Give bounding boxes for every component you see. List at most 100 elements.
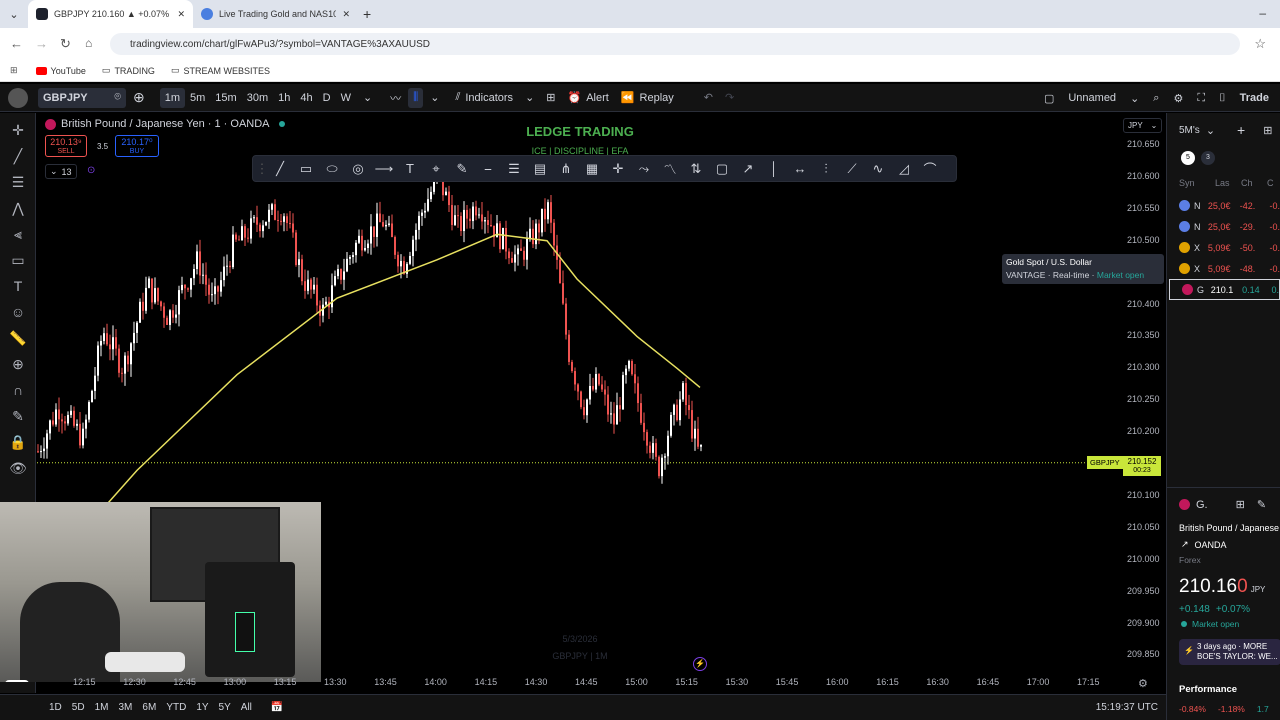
watchlist-name[interactable]: 5M's xyxy=(1179,125,1200,136)
browser-tab[interactable]: Live Trading Gold and NAS100 ✕ xyxy=(193,0,358,28)
symbol-search-button[interactable]: GBPJPY ⌾ xyxy=(38,87,126,108)
indicators-button[interactable]: ⫽ Indicators xyxy=(450,88,518,108)
horizontal-ray-icon[interactable]: ⟶ xyxy=(371,156,397,181)
address-input[interactable]: tradingview.com/chart/glFwAPu3/?symbol=V… xyxy=(110,33,1240,55)
section-count-badge[interactable]: 3 xyxy=(1201,151,1215,165)
line-chart-icon[interactable]: 〰 xyxy=(385,88,406,108)
cross-line-icon[interactable]: ✛ xyxy=(605,156,631,181)
currency-selector[interactable]: JPY ⌄ xyxy=(1123,118,1163,133)
edit-icon[interactable]: ✎ xyxy=(1257,498,1266,511)
watchlist-row[interactable]: G 210.1 0.14 0. xyxy=(1169,279,1280,300)
layout-name[interactable]: Unnamed xyxy=(1063,88,1121,108)
bookmark-youtube[interactable]: YouTube xyxy=(35,66,86,76)
interval-D[interactable]: D xyxy=(318,88,336,108)
channel-icon[interactable]: ▤ xyxy=(527,156,553,181)
trade-button[interactable]: Trade xyxy=(1235,88,1274,108)
lightning-event-icon[interactable]: ⚡ xyxy=(693,657,707,671)
pencil-lock-icon[interactable]: ✎ xyxy=(0,403,36,429)
replay-button[interactable]: ⏪ Replay xyxy=(616,88,679,108)
bookmark-stream-websites[interactable]: ▭ STREAM WEBSITES xyxy=(171,65,270,76)
crosshair-icon[interactable]: ✛ xyxy=(0,117,36,143)
interval-1m[interactable]: 1m xyxy=(159,87,186,108)
advanced-view-icon[interactable]: ⊞ xyxy=(1263,124,1272,137)
pitchfork-icon[interactable]: ⋔ xyxy=(553,156,579,181)
browser-tab-active[interactable]: GBPJPY 210.160 ▲ +0.07% Unn ✕ xyxy=(28,0,193,28)
interval-15m[interactable]: 15m xyxy=(210,88,241,108)
trend-line-icon[interactable]: ╱ xyxy=(0,143,36,169)
section-count-badge[interactable]: 5 xyxy=(1181,151,1195,165)
line-tool-icon[interactable]: ╱ xyxy=(267,156,293,181)
range-6m[interactable]: 6M xyxy=(137,702,161,713)
text-tool-icon[interactable]: T xyxy=(0,273,36,299)
range-all[interactable]: All xyxy=(236,702,257,713)
chart-type-dropdown-icon[interactable]: ⌄ xyxy=(425,88,444,108)
details-symbol[interactable]: G. xyxy=(1196,499,1208,511)
apps-grid-icon[interactable]: ⊞ xyxy=(10,65,18,76)
emoji-icon[interactable]: ☺ xyxy=(0,299,36,325)
undo-icon[interactable]: ↶ xyxy=(699,88,718,108)
range-5d[interactable]: 5D xyxy=(67,702,90,713)
range-1m[interactable]: 1M xyxy=(90,702,114,713)
utc-clock[interactable]: 15:19:37 UTC xyxy=(1096,702,1158,713)
interval-4h[interactable]: 4h xyxy=(295,88,317,108)
pattern-icon[interactable]: ⋀ xyxy=(0,195,36,221)
templates-grid-icon[interactable]: ⊞ xyxy=(541,88,560,108)
ruler-icon[interactable]: 📏 xyxy=(0,325,36,351)
axis-settings-gear-icon[interactable]: ⚙ xyxy=(1138,677,1148,690)
time-axis[interactable]: 12:15 12:30 12:45 13:00 13:15 13:30 13:45 14:00… xyxy=(37,675,1165,693)
path-icon[interactable]: ⤳ xyxy=(631,156,657,181)
watchlist-row[interactable]: N 25,0€ -42. -0. xyxy=(1167,195,1280,216)
column-change[interactable]: Ch xyxy=(1241,178,1267,188)
gann-icon[interactable]: ▦ xyxy=(579,156,605,181)
avatar[interactable] xyxy=(8,87,28,108)
buy-button[interactable]: 210.17⁰ BUY xyxy=(115,135,159,157)
fib-levels-icon[interactable]: ☰ xyxy=(0,169,36,195)
long-position-icon[interactable]: ⇅ xyxy=(683,156,709,181)
home-icon[interactable]: ⌂ xyxy=(85,36,92,50)
close-tab-icon[interactable]: ✕ xyxy=(342,9,350,20)
curve-icon[interactable]: ∿ xyxy=(865,156,891,181)
interval-30m[interactable]: 30m xyxy=(242,88,273,108)
bookmark-star-icon[interactable]: ☆ xyxy=(1254,36,1266,52)
layout-dropdown-icon[interactable]: ⌄ xyxy=(1125,88,1144,108)
news-card[interactable]: ⚡ 3 days ago · MORE BOE'S TAYLOR: WE... xyxy=(1179,639,1280,665)
watchlist-row[interactable]: X 5,09€ -50. -0. xyxy=(1167,237,1280,258)
text-tool-icon[interactable]: T xyxy=(397,156,423,181)
candles-icon[interactable]: ⫼ xyxy=(408,87,424,108)
interval-5m[interactable]: 5m xyxy=(185,88,210,108)
projection-icon[interactable]: ⫷ xyxy=(0,221,36,247)
ellipse-tool-icon[interactable]: ⬭ xyxy=(319,156,345,181)
interval-dropdown-icon[interactable]: ⌄ xyxy=(358,88,377,108)
triangle-icon[interactable]: ◿ xyxy=(891,156,917,181)
zoom-in-icon[interactable]: ⊕ xyxy=(0,351,36,377)
brush-icon[interactable]: ▭ xyxy=(0,247,36,273)
new-tab-button[interactable]: + xyxy=(358,4,376,24)
layout-square-icon[interactable]: ▢ xyxy=(1039,88,1059,108)
minimize-window-button[interactable]: – xyxy=(1259,6,1266,20)
magnet-icon[interactable]: ∩ xyxy=(0,377,36,403)
indicators-dropdown-icon[interactable]: ⌄ xyxy=(520,88,539,108)
fullscreen-icon[interactable]: ⛶ xyxy=(1192,88,1210,108)
brush-tool-icon[interactable]: ✎ xyxy=(449,156,475,181)
column-symbol[interactable]: Syn xyxy=(1179,178,1215,188)
chevron-down-icon[interactable]: ⌄ xyxy=(1206,124,1215,137)
arrow-marker-icon[interactable]: ↗ xyxy=(735,156,761,181)
alert-button[interactable]: ⏰ Alert xyxy=(563,88,614,108)
vertical-line-icon[interactable]: │ xyxy=(761,156,787,181)
lock-icon[interactable]: 🔒 xyxy=(0,429,36,455)
redo-icon[interactable]: ↷ xyxy=(720,88,739,108)
column-change-pct[interactable]: C xyxy=(1267,178,1274,188)
range-ytd[interactable]: YTD xyxy=(161,702,191,713)
watchlist-row[interactable]: X 5,09€ -48. -0. xyxy=(1167,258,1280,279)
ray-icon[interactable]: ⟋ xyxy=(839,156,865,181)
add-symbol-icon[interactable]: + xyxy=(1237,122,1245,138)
compare-add-icon[interactable]: ⊕ xyxy=(128,88,150,108)
legend-title[interactable]: British Pound / Japanese Yen · 1 · OANDA xyxy=(61,118,270,130)
arc-icon[interactable]: ⌒ xyxy=(917,156,943,181)
callout-icon[interactable]: ▢ xyxy=(709,156,735,181)
elliott-wave-icon[interactable]: 〽 xyxy=(657,156,683,181)
watchlist-row[interactable]: N 25,0€ -29. -0. xyxy=(1167,216,1280,237)
external-link-icon[interactable]: ↗ xyxy=(1181,539,1189,550)
calendar-goto-icon[interactable]: 📅 xyxy=(271,702,283,713)
layout-grid-icon[interactable]: ⊞ xyxy=(1236,498,1245,511)
